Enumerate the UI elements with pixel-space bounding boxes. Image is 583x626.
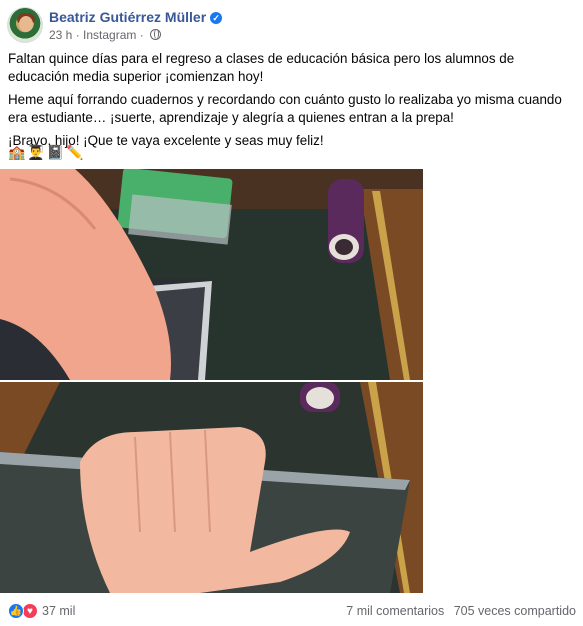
post-source: Instagram (83, 28, 137, 42)
post-emojis: 🏫👨‍🎓📓✏️ (8, 144, 86, 160)
post-photo-2[interactable] (0, 382, 423, 593)
post-paragraph: Faltan quince días para el regreso a cla… (8, 51, 515, 84)
avatar[interactable] (7, 7, 43, 43)
post-paragraph: ¡Bravo, hijo! ¡Que te vaya excelente y s… (8, 133, 324, 148)
post-photo-1[interactable] (0, 169, 423, 380)
author-name[interactable]: Beatriz Gutiérrez Müller ✓ (49, 9, 223, 25)
engagement-counts: 7 mil comentarios 705 veces compartido (346, 604, 576, 618)
reaction-count[interactable]: 37 mil (42, 604, 75, 618)
post-header: Beatriz Gutiérrez Müller ✓ 23 h · Instagr… (7, 7, 577, 45)
post-time[interactable]: 23 h (49, 28, 72, 42)
author-name-text[interactable]: Beatriz Gutiérrez Müller (49, 9, 206, 25)
love-reaction-icon[interactable]: ♥ (22, 603, 38, 619)
verified-icon: ✓ (210, 12, 223, 24)
like-reaction-icon[interactable]: 👍 (8, 603, 24, 619)
comment-count[interactable]: 7 mil comentarios (346, 604, 444, 618)
photo-1-image (0, 169, 423, 380)
globe-icon[interactable] (150, 29, 162, 40)
post-footer: 👍 ♥ 37 mil 7 mil comentarios 705 veces c… (0, 600, 583, 622)
post-paragraph: Heme aquí forrando cuadernos y recordand… (8, 92, 562, 125)
share-count[interactable]: 705 veces compartido (454, 604, 576, 618)
post-text: Faltan quince días para el regreso a cla… (8, 50, 574, 155)
post-meta: 23 h · Instagram · (49, 28, 162, 42)
photo-2-image (0, 382, 423, 593)
